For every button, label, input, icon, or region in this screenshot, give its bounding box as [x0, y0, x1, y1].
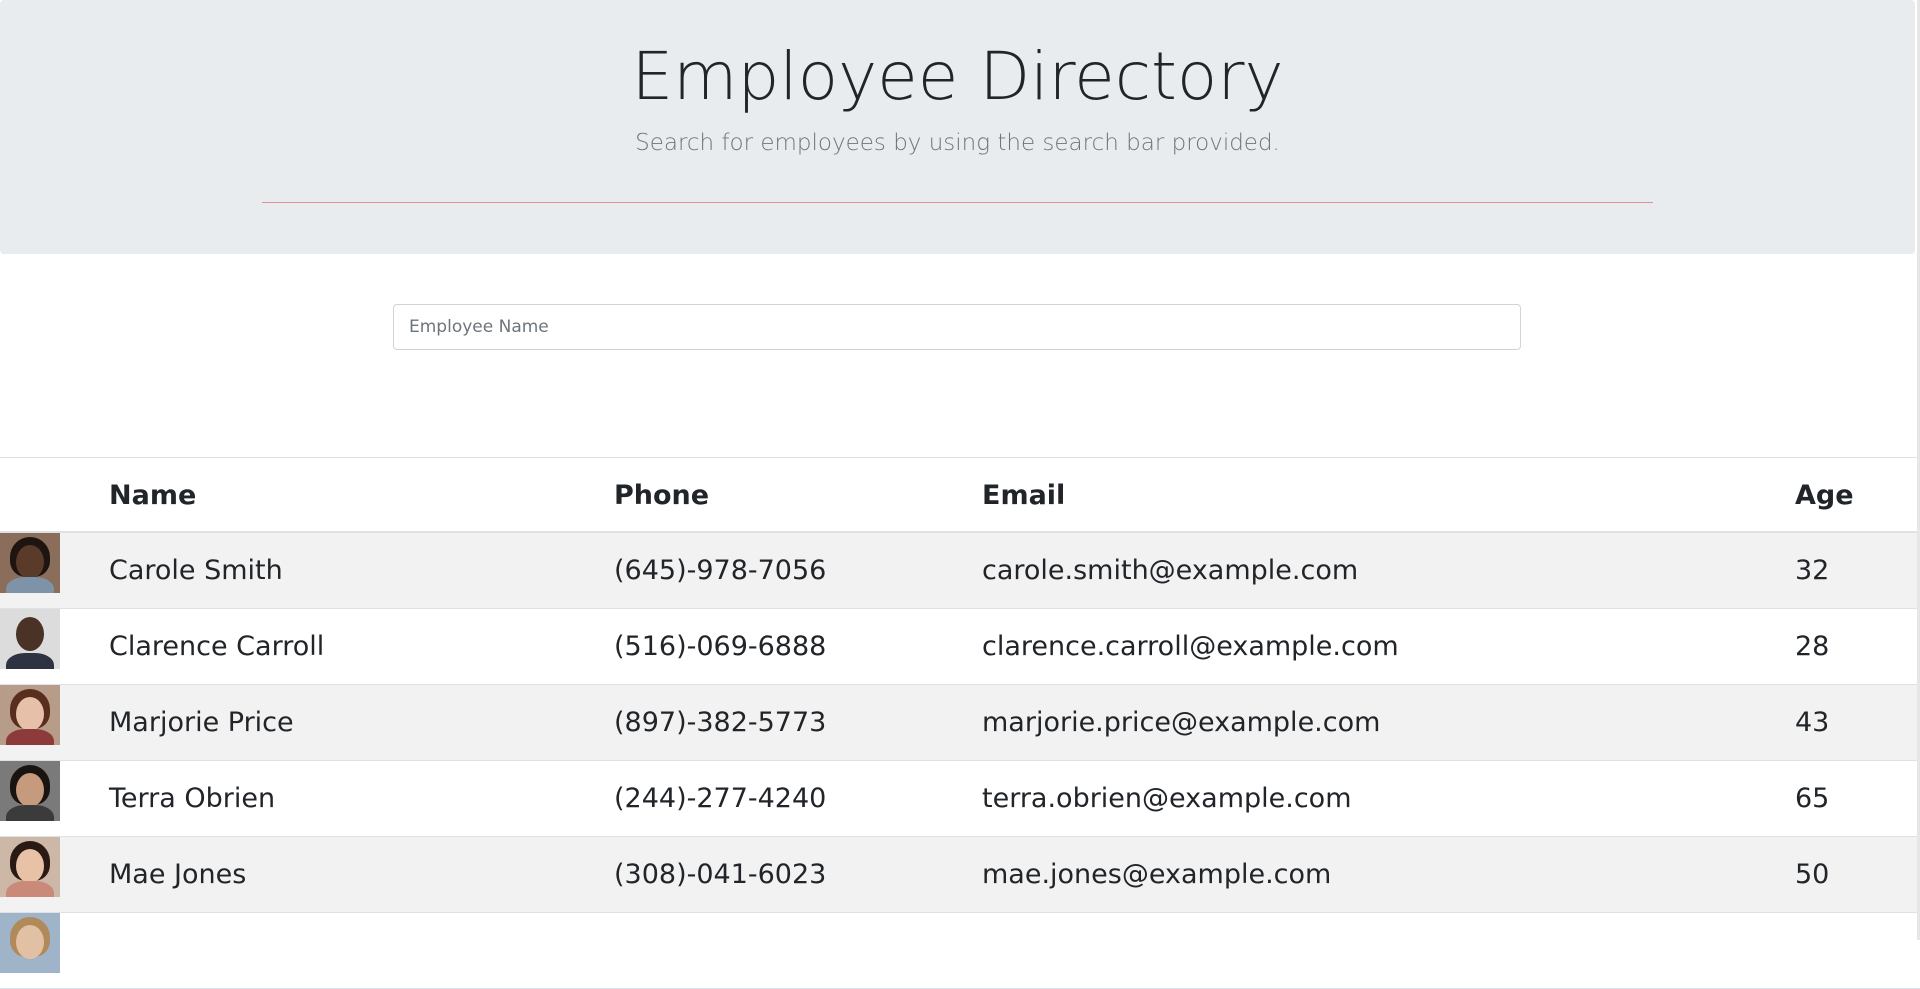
table-row: Clarence Carroll (516)-069-6888 clarence…: [0, 609, 1920, 685]
column-header-age[interactable]: Age: [1795, 458, 1854, 534]
avatar: [0, 761, 60, 821]
employee-age: 65: [1795, 783, 1830, 814]
table-row: Carole Smith (645)-978-7056 carole.smith…: [0, 533, 1920, 609]
column-header-email[interactable]: Email: [982, 458, 1065, 534]
employee-email: mae.jones@example.com: [982, 859, 1332, 890]
table-row: Marjorie Price (897)-382-5773 marjorie.p…: [0, 685, 1920, 761]
page-title: Employee Directory: [631, 38, 1284, 115]
employee-phone: (244)-277-4240: [614, 783, 827, 814]
employee-email: carole.smith@example.com: [982, 555, 1359, 586]
employee-email: marjorie.price@example.com: [982, 707, 1381, 738]
employee-age: 43: [1795, 707, 1830, 738]
table-row: [0, 913, 1920, 989]
avatar: [0, 837, 60, 897]
employee-name: Carole Smith: [109, 555, 283, 586]
employee-search-input[interactable]: [393, 304, 1521, 350]
employee-phone: (897)-382-5773: [614, 707, 827, 738]
table-row: Terra Obrien (244)-277-4240 terra.obrien…: [0, 761, 1920, 837]
avatar: [0, 533, 60, 593]
employee-age: 28: [1795, 631, 1830, 662]
employee-name: Mae Jones: [109, 859, 247, 890]
employee-email: terra.obrien@example.com: [982, 783, 1352, 814]
employee-table: Name Phone Email Age Carole Smith (645)-…: [0, 457, 1920, 989]
page-subtitle: Search for employees by using the search…: [635, 130, 1280, 156]
employee-age: 32: [1795, 555, 1830, 586]
avatar: [0, 685, 60, 745]
table-header-row: Name Phone Email Age: [0, 457, 1920, 533]
avatar: [0, 609, 60, 669]
employee-phone: (308)-041-6023: [614, 859, 827, 890]
table-row: Mae Jones (308)-041-6023 mae.jones@examp…: [0, 837, 1920, 913]
column-header-name[interactable]: Name: [109, 458, 196, 534]
employee-email: clarence.carroll@example.com: [982, 631, 1399, 662]
employee-name: Clarence Carroll: [109, 631, 325, 662]
header-jumbotron: Employee Directory Search for employees …: [0, 0, 1915, 254]
column-header-phone[interactable]: Phone: [614, 458, 709, 534]
employee-name: Terra Obrien: [109, 783, 276, 814]
employee-name: Marjorie Price: [109, 707, 294, 738]
header-divider: [262, 202, 1653, 203]
avatar: [0, 913, 60, 973]
employee-phone: (645)-978-7056: [614, 555, 827, 586]
employee-phone: (516)-069-6888: [614, 631, 827, 662]
employee-age: 50: [1795, 859, 1830, 890]
